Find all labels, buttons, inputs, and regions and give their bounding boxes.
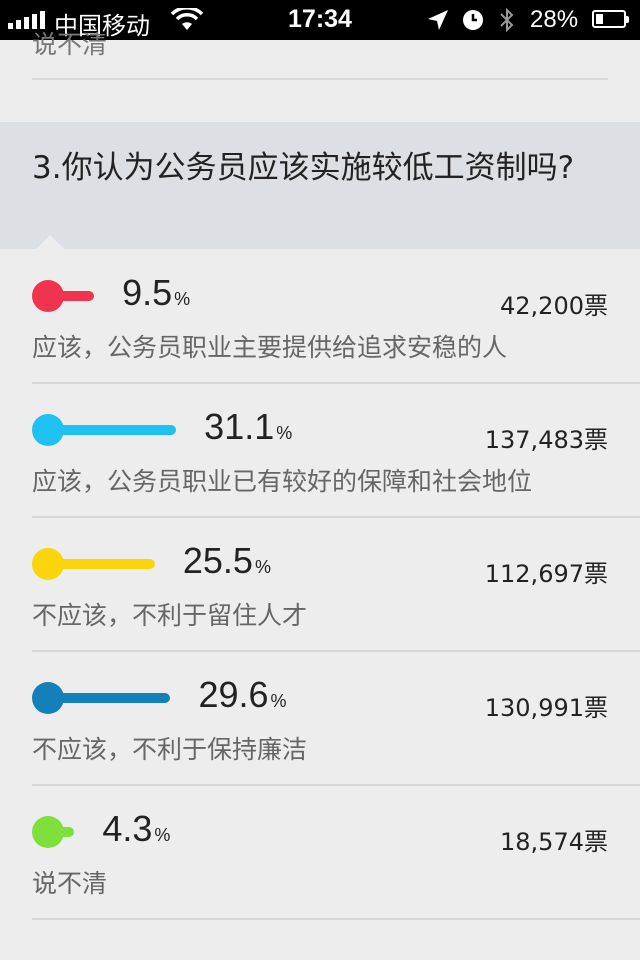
option-label: 应该，公务员职业主要提供给追求安稳的人 <box>32 333 508 362</box>
result-bar-dot <box>32 682 64 714</box>
option-percent: 29.6% <box>198 674 286 716</box>
battery-icon <box>592 10 629 28</box>
percent-value: 25.5 <box>182 540 253 581</box>
percent-sign: % <box>174 289 191 309</box>
percent-value: 31.1 <box>204 406 275 447</box>
option-percent: 25.5% <box>183 540 271 582</box>
option-votes: 42,200票 <box>500 292 608 320</box>
option-votes: 112,697票 <box>484 560 608 588</box>
percent-sign: % <box>254 557 271 577</box>
result-bar <box>32 280 100 312</box>
percent-value: 9.5 <box>122 272 173 313</box>
result-bar-fill <box>48 693 171 703</box>
result-bar-dot <box>32 548 64 580</box>
poll-option[interactable]: 9.5% 42,200票应该，公务员职业主要提供给追求安稳的人 <box>32 250 640 384</box>
question-pointer <box>36 235 64 249</box>
option-votes: 130,991票 <box>484 694 608 722</box>
option-label: 应该，公务员职业已有较好的保障和社会地位 <box>32 467 533 496</box>
result-bar-dot <box>32 280 64 312</box>
previous-answer-label: 说不清 <box>32 30 108 59</box>
option-percent: 9.5% <box>122 272 190 314</box>
result-bar-fill <box>48 559 155 569</box>
option-label: 说不清 <box>32 869 108 898</box>
poll-option[interactable]: 4.3% 18,574票说不清 <box>32 786 640 920</box>
poll-option[interactable]: 25.5% 112,697票不应该，不利于留住人才 <box>32 518 640 652</box>
result-bar <box>32 682 176 714</box>
poll-option[interactable]: 31.1% 137,483票应该，公务员职业已有较好的保障和社会地位 <box>32 384 640 518</box>
option-percent: 31.1% <box>204 406 292 448</box>
option-label: 不应该，不利于留住人才 <box>32 601 308 630</box>
percent-value: 4.3 <box>102 808 153 849</box>
option-votes: 18,574票 <box>500 828 608 856</box>
option-votes: 137,483票 <box>484 426 608 454</box>
option-percent: 4.3% <box>102 808 170 850</box>
result-bar <box>32 414 182 446</box>
question-title: 3.你认为公务员应该实施较低工资制吗? <box>32 150 575 186</box>
result-bar <box>32 548 161 580</box>
previous-answer-item[interactable]: 说不清 <box>32 28 608 80</box>
percent-sign: % <box>276 423 293 443</box>
result-bar <box>32 816 80 848</box>
percent-value: 29.6 <box>198 674 269 715</box>
result-bar-dot <box>32 414 64 446</box>
poll-option[interactable]: 29.6% 130,991票不应该，不利于保持廉洁 <box>32 652 640 786</box>
result-bar-fill <box>48 425 177 435</box>
result-bar-dot <box>32 816 64 848</box>
option-label: 不应该，不利于保持廉洁 <box>32 735 308 764</box>
percent-sign: % <box>154 825 171 845</box>
percent-sign: % <box>270 691 287 711</box>
